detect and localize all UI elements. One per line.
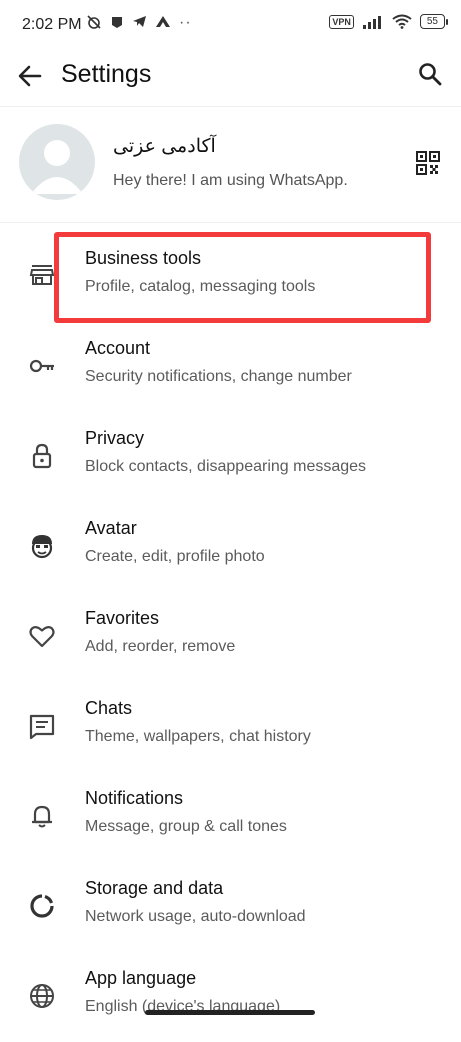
profile-name: آکادمی عزتی: [113, 136, 216, 157]
profile-row[interactable]: آکادمی عزتی Hey there! I am using WhatsA…: [0, 107, 461, 223]
default-avatar-icon: [31, 140, 83, 194]
menu-item-notifications[interactable]: Notifications Message, group & call tone…: [0, 772, 461, 862]
menu-item-label: Chats: [85, 698, 133, 718]
alarm-off-icon: [87, 15, 101, 29]
bell-icon: [32, 805, 52, 828]
status-bar: 2:02 PM ·· VPN 55: [0, 0, 461, 52]
status-time: 2:02 PM: [22, 16, 82, 33]
menu-item-subtitle: Message, group & call tones: [85, 818, 287, 835]
app-notification-icon-2: [156, 16, 170, 27]
app-notification-icon: [112, 17, 122, 28]
lock-icon: [32, 443, 52, 469]
profile-status: Hey there! I am using WhatsApp.: [113, 172, 348, 189]
highlight-box: [54, 232, 431, 323]
more-notifications-dots: ··: [179, 14, 192, 31]
menu-item-label: Privacy: [85, 428, 145, 448]
menu-item-label: Account: [85, 338, 151, 358]
menu-item-app-language[interactable]: App language English (device's language): [0, 952, 461, 1042]
avatar-face-icon: [31, 535, 53, 559]
status-right-icons: VPN 55: [329, 14, 449, 29]
menu-item-label: Storage and data: [85, 878, 224, 898]
menu-item-storage[interactable]: Storage and data Network usage, auto-dow…: [0, 862, 461, 952]
heart-icon: [29, 626, 55, 648]
menu-item-avatar[interactable]: Avatar Create, edit, profile photo: [0, 502, 461, 592]
qr-code-icon[interactable]: [416, 151, 440, 175]
menu-item-label: Avatar: [85, 518, 137, 538]
store-icon: [29, 265, 55, 285]
wifi-icon: [392, 14, 412, 29]
search-icon[interactable]: [417, 61, 443, 87]
menu-item-subtitle: Add, reorder, remove: [85, 638, 236, 655]
telegram-icon: [133, 16, 146, 27]
vpn-badge: VPN: [329, 14, 354, 29]
menu-item-subtitle: Network usage, auto-download: [85, 908, 306, 925]
key-icon: [29, 359, 54, 373]
menu-item-label: App language: [85, 968, 197, 988]
globe-icon: [30, 984, 54, 1008]
chat-icon: [29, 714, 55, 740]
menu-item-subtitle: Block contacts, disappearing messages: [85, 458, 367, 475]
app-bar: Settings: [0, 52, 461, 107]
menu-item-subtitle: Theme, wallpapers, chat history: [85, 728, 311, 745]
page-title: Settings: [61, 60, 152, 88]
gesture-nav-bar[interactable]: [145, 1010, 315, 1015]
menu-item-account[interactable]: Account Security notifications, change n…: [0, 322, 461, 412]
menu-item-chats[interactable]: Chats Theme, wallpapers, chat history: [0, 682, 461, 772]
signal-icon: [362, 15, 381, 29]
status-notification-icons: [86, 14, 171, 30]
menu-item-favorites[interactable]: Favorites Add, reorder, remove: [0, 592, 461, 682]
menu-item-privacy[interactable]: Privacy Block contacts, disappearing mes…: [0, 412, 461, 502]
storage-icon: [30, 894, 54, 918]
menu-item-subtitle: Create, edit, profile photo: [85, 548, 265, 565]
battery-indicator: 55: [419, 14, 449, 29]
menu-item-subtitle: Security notifications, change number: [85, 368, 352, 385]
menu-item-label: Favorites: [85, 608, 160, 628]
avatar[interactable]: [19, 124, 95, 200]
back-arrow-icon[interactable]: [16, 62, 44, 90]
menu-item-label: Notifications: [85, 788, 184, 808]
